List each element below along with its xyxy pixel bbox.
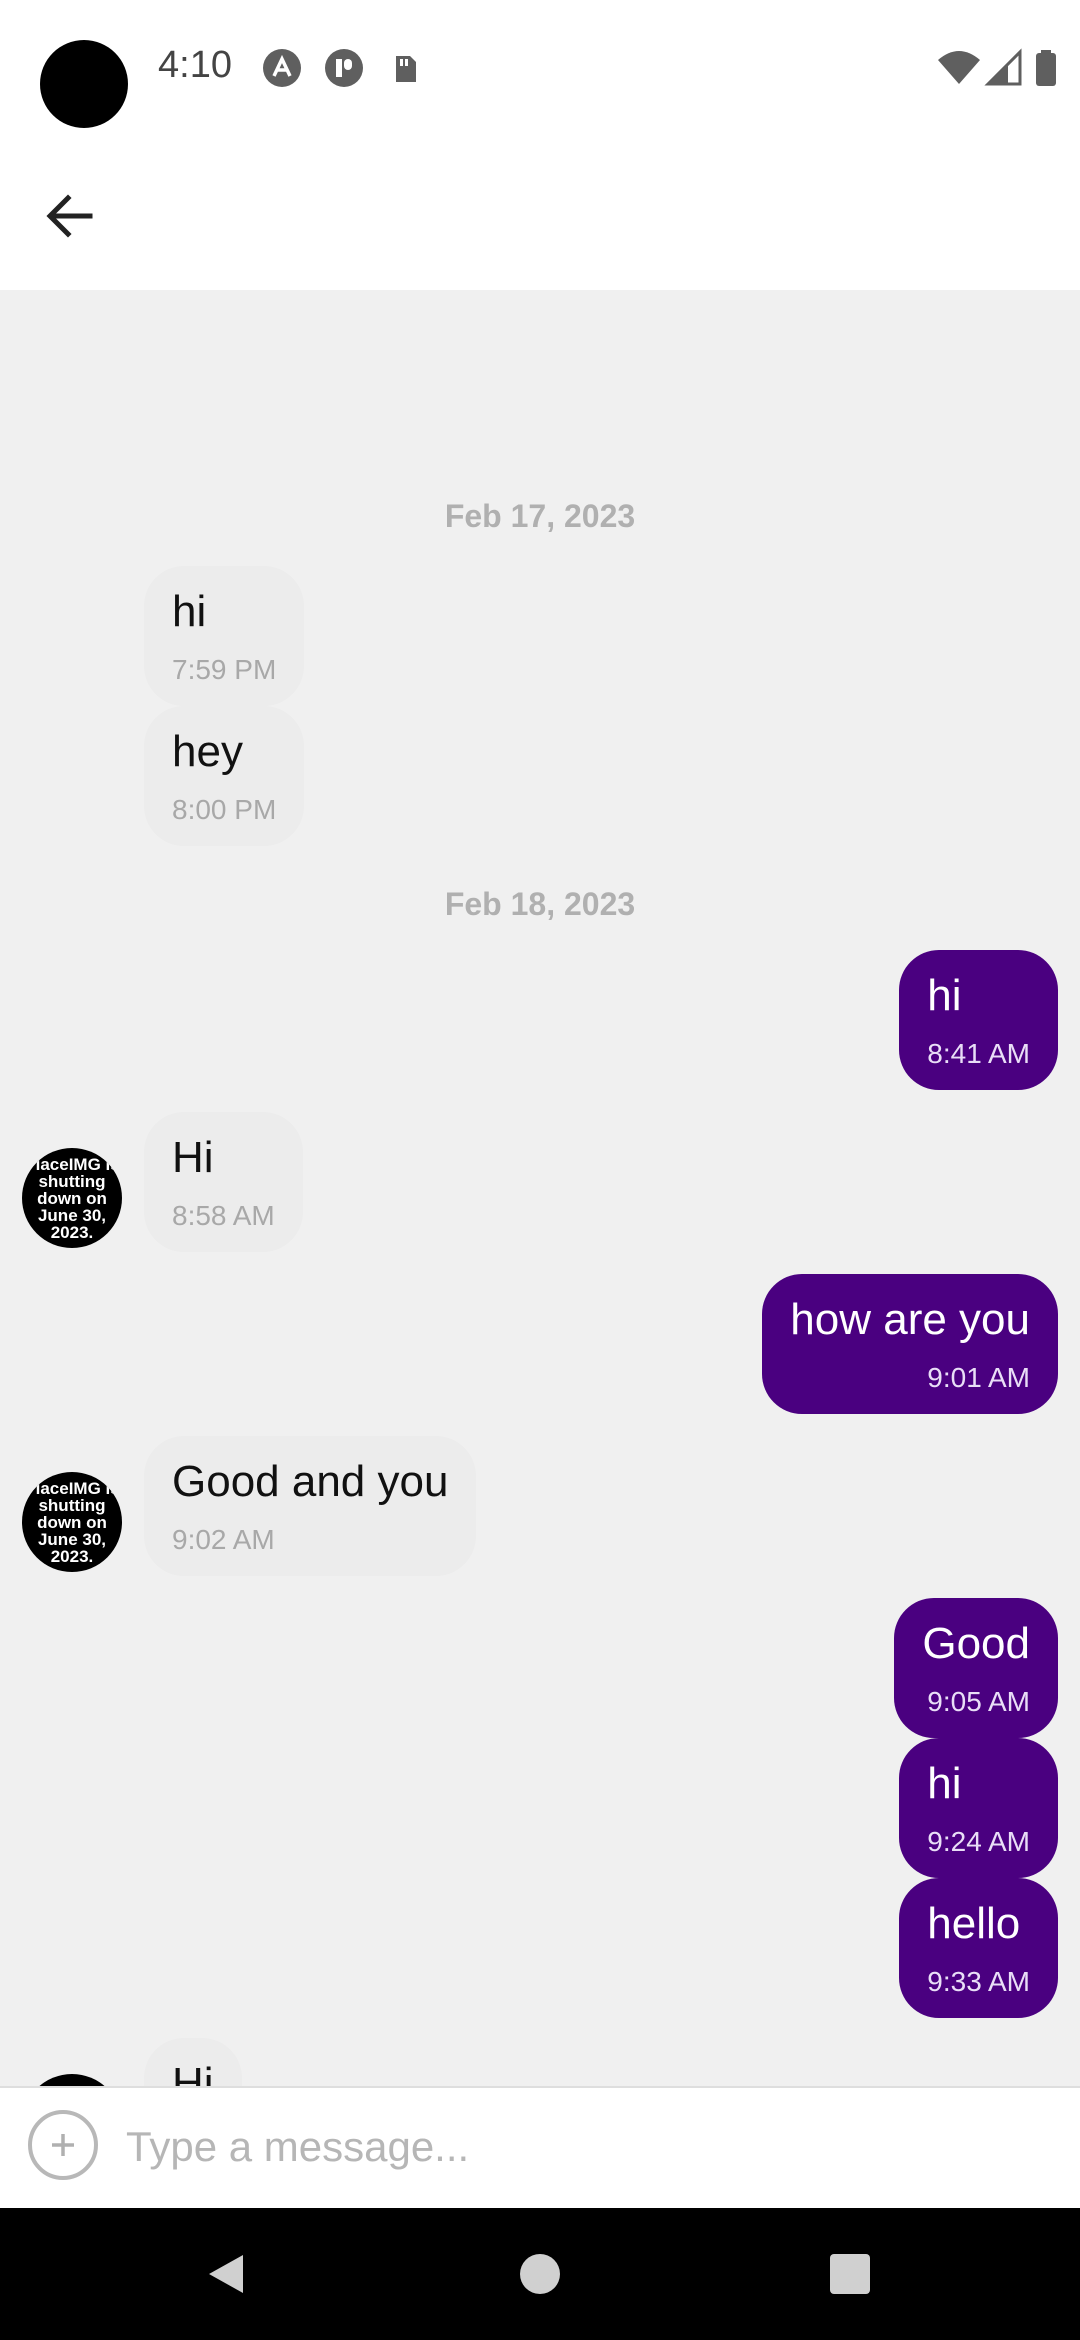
- message-list[interactable]: Feb 17, 2023 hi 7:59 PM hey 8:00 PM Feb …: [0, 290, 1080, 2086]
- app-bar: [0, 140, 1080, 290]
- message-time: 8:58 AM: [172, 1200, 275, 1231]
- back-button[interactable]: [30, 176, 110, 256]
- nav-back-button[interactable]: [190, 2238, 262, 2310]
- avatar-placeholder-text: PlaceIMG is shutting down on June 30, 20…: [24, 1154, 120, 1242]
- message-composer: [0, 2086, 1080, 2208]
- message-text: hi: [927, 971, 962, 1020]
- message-text: Hi: [172, 1133, 214, 1182]
- message-bubble-outgoing[interactable]: how are you 9:01 AM: [762, 1274, 1058, 1414]
- message-time: 7:59 PM: [172, 654, 277, 685]
- recents-square-icon: [830, 2254, 870, 2294]
- message-text: hi: [172, 587, 207, 636]
- message-input[interactable]: [124, 2110, 1044, 2184]
- nav-home-button[interactable]: [504, 2238, 576, 2310]
- date-separator: Feb 17, 2023: [444, 498, 636, 534]
- message-bubble-outgoing[interactable]: hello 9:33 AM: [899, 1878, 1058, 2018]
- message-text: how are you: [790, 1295, 1030, 1344]
- message-time: 9:02 AM: [172, 1524, 275, 1555]
- message-text: Good: [922, 1619, 1030, 1668]
- message-bubble-incoming[interactable]: Good and you 9:02 AM: [144, 1436, 477, 1576]
- avatar[interactable]: [22, 2074, 122, 2086]
- avatar[interactable]: PlaceIMG is shutting down on June 30, 20…: [22, 1148, 122, 1248]
- signal-icon: [984, 48, 1024, 88]
- message-time: 9:01 AM: [927, 1362, 1030, 1393]
- message-bubble-incoming[interactable]: hey 8:00 PM: [144, 706, 305, 846]
- battery-icon: [1032, 48, 1062, 88]
- message-time: 9:33 AM: [927, 1966, 1030, 1997]
- app-a-icon: [262, 48, 302, 88]
- date-separator: Feb 18, 2023: [444, 886, 636, 922]
- sd-card-icon: [386, 48, 426, 88]
- message-text: Hi: [172, 2059, 214, 2086]
- message-bubble-outgoing[interactable]: Good 9:05 AM: [894, 1598, 1058, 1738]
- message-bubble-incoming[interactable]: Hi 8:58 AM: [144, 1112, 303, 1252]
- status-time: 4:10: [158, 44, 232, 86]
- avatar-placeholder-text: PlaceIMG is shutting down on June 30, 20…: [24, 1478, 120, 1566]
- message-time: 8:41 AM: [927, 1038, 1030, 1069]
- avatar[interactable]: PlaceIMG is shutting down on June 30, 20…: [22, 1472, 122, 1572]
- message-text: hi: [927, 1759, 962, 1808]
- message-text: hey: [172, 727, 243, 776]
- plus-icon: [52, 2134, 74, 2156]
- nav-recents-button[interactable]: [814, 2238, 886, 2310]
- message-time: 9:24 AM: [927, 1826, 1030, 1857]
- message-time: 9:05 AM: [927, 1686, 1030, 1717]
- arrow-back-icon: [46, 194, 93, 238]
- message-text: hello: [927, 1899, 1021, 1948]
- system-nav-bar: [0, 2208, 1080, 2340]
- message-bubble-outgoing[interactable]: hi 9:24 AM: [899, 1738, 1058, 1878]
- message-text: Good and you: [172, 1457, 449, 1506]
- message-bubble-incoming[interactable]: Hi: [144, 2038, 242, 2086]
- add-attachment-button[interactable]: [28, 2110, 98, 2180]
- home-circle-icon: [520, 2254, 560, 2294]
- message-bubble-incoming[interactable]: hi 7:59 PM: [144, 566, 305, 706]
- message-bubble-outgoing[interactable]: hi 8:41 AM: [899, 950, 1058, 1090]
- status-bar: 4:10: [0, 0, 1080, 140]
- back-triangle-icon: [209, 2255, 243, 2293]
- message-time: 8:00 PM: [172, 794, 277, 825]
- wifi-icon: [936, 48, 982, 88]
- app-p-icon: [324, 48, 364, 88]
- camera-cutout: [40, 40, 128, 128]
